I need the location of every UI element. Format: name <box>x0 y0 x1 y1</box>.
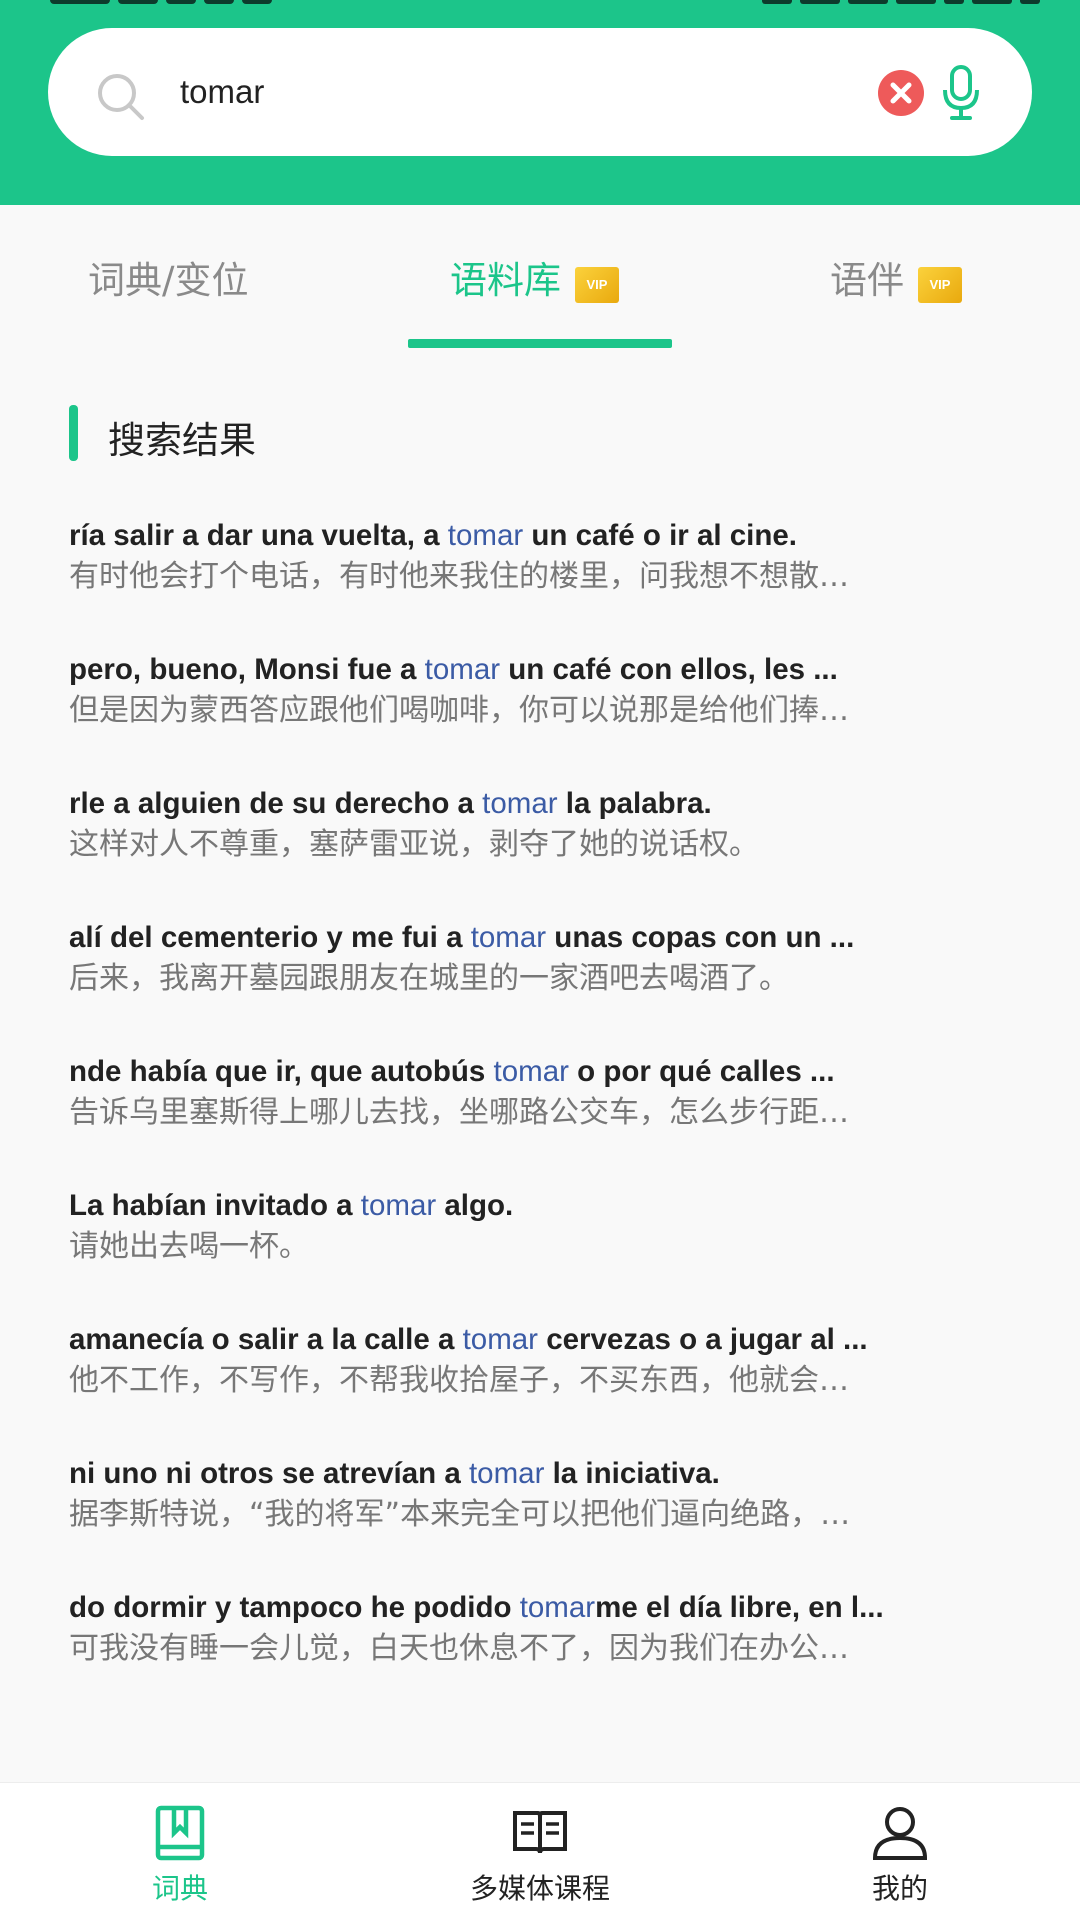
status-bar-right <box>660 0 1040 8</box>
bottom-navigation: 词典 多媒体课程 我的 <box>0 1782 1080 1920</box>
nav-dictionary-label: 词典 <box>151 1872 208 1905</box>
chinese-translation: 告诉乌里塞斯得上哪儿去找，坐哪路公交车，怎么步行距… <box>69 1095 849 1130</box>
spanish-sentence: ría salir a dar una vuelta, a tomar un c… <box>69 519 797 552</box>
microphone-icon[interactable] <box>940 64 982 122</box>
status-bar-left <box>50 0 350 8</box>
chinese-translation: 他不工作，不写作，不帮我收拾屋子，不买东西，他就会… <box>69 1363 849 1398</box>
section-title: 搜索结果 <box>108 419 256 462</box>
list-item[interactable]: La habían invitado a tomar algo. 请她出去喝一杯… <box>69 1185 1009 1319</box>
highlight-keyword: tomar <box>447 519 524 552</box>
nav-mine-label: 我的 <box>871 1872 928 1905</box>
spanish-sentence: ni uno ni otros se atrevían a tomar la i… <box>69 1457 720 1490</box>
highlight-keyword: tomar <box>462 1323 539 1356</box>
highlight-keyword: tomar <box>360 1189 437 1222</box>
tab-corpus[interactable]: 语料库 VIP <box>450 250 619 310</box>
tab-dictionary-label: 词典/变位 <box>88 259 249 302</box>
spanish-sentence: rle a alguien de su derecho a tomar la p… <box>69 787 712 820</box>
spanish-sentence: La habían invitado a tomar algo. <box>69 1189 514 1222</box>
chinese-translation: 有时他会打个电话，有时他来我住的楼里，问我想不想散… <box>69 559 849 594</box>
tab-dictionary[interactable]: 词典/变位 <box>88 250 248 310</box>
list-item[interactable]: amanecía o salir a la calle a tomar cerv… <box>69 1319 1009 1453</box>
tab-corpus-label: 语料库 <box>450 259 561 302</box>
list-item[interactable]: alí del cementerio y me fui a tomar unas… <box>69 917 1009 1051</box>
spanish-sentence: amanecía o salir a la calle a tomar cerv… <box>69 1323 868 1356</box>
list-item[interactable]: ni uno ni otros se atrevían a tomar la i… <box>69 1453 1009 1587</box>
tab-language-partner[interactable]: 语伴 VIP <box>830 250 962 310</box>
tab-language-partner-label: 语伴 <box>830 259 904 302</box>
nav-dictionary[interactable]: 词典 <box>0 1783 360 1920</box>
highlight-keyword: tomar <box>493 1055 569 1088</box>
highlight-keyword: tomar <box>468 1457 545 1490</box>
vip-badge-icon: VIP <box>575 267 619 303</box>
top-header <box>0 0 1080 205</box>
search-input[interactable] <box>180 58 880 126</box>
list-item[interactable]: ría salir a dar una vuelta, a tomar un c… <box>69 515 1009 649</box>
chinese-translation: 据李斯特说，“我的将军”本来完全可以把他们逼向绝路，… <box>69 1497 851 1532</box>
chinese-translation: 请她出去喝一杯。 <box>69 1229 309 1264</box>
spanish-sentence: do dormir y tampoco he podido tomarme el… <box>69 1591 884 1624</box>
chinese-translation: 后来，我离开墓园跟朋友在城里的一家酒吧去喝酒了。 <box>69 961 789 996</box>
active-tab-indicator <box>408 339 672 348</box>
spanish-sentence: pero, bueno, Monsi fue a tomar un café c… <box>69 653 838 686</box>
search-bar[interactable] <box>48 28 1032 156</box>
clear-icon[interactable] <box>878 70 924 116</box>
open-book-icon <box>513 1811 567 1854</box>
highlight-keyword: tomar <box>470 921 547 954</box>
spanish-sentence: alí del cementerio y me fui a tomar unas… <box>69 921 855 954</box>
chinese-translation: 但是因为蒙西答应跟他们喝咖啡，你可以说那是给他们捧… <box>69 693 849 728</box>
list-item[interactable]: pero, bueno, Monsi fue a tomar un café c… <box>69 649 1009 783</box>
results-list: ría salir a dar una vuelta, a tomar un c… <box>69 515 1009 1721</box>
nav-mine[interactable]: 我的 <box>720 1783 1080 1920</box>
user-icon <box>872 1807 928 1860</box>
vip-badge-icon: VIP <box>918 267 962 303</box>
list-item[interactable]: nde había que ir, que autobús tomar o po… <box>69 1051 1009 1185</box>
list-item[interactable]: rle a alguien de su derecho a tomar la p… <box>69 783 1009 917</box>
tab-bar: 词典/变位 语料库 VIP 语伴 VIP <box>0 205 1080 355</box>
search-icon <box>98 74 144 120</box>
spanish-sentence: nde había que ir, que autobús tomar o po… <box>69 1055 835 1088</box>
highlight-keyword: tomar <box>482 787 558 820</box>
dictionary-book-icon <box>155 1805 205 1861</box>
chinese-translation: 这样对人不尊重，塞萨雷亚说，剥夺了她的说话权。 <box>69 827 759 862</box>
nav-multimedia-courses[interactable]: 多媒体课程 <box>360 1783 720 1920</box>
highlight-keyword: tomar <box>519 1591 596 1624</box>
highlight-keyword: tomar <box>424 653 501 686</box>
status-bar <box>0 0 1080 24</box>
list-item[interactable]: do dormir y tampoco he podido tomarme el… <box>69 1587 1009 1721</box>
section-accent-bar <box>69 405 78 461</box>
nav-multimedia-courses-label: 多媒体课程 <box>469 1872 610 1905</box>
chinese-translation: 可我没有睡一会儿觉，白天也休息不了，因为我们在办公… <box>69 1631 849 1666</box>
